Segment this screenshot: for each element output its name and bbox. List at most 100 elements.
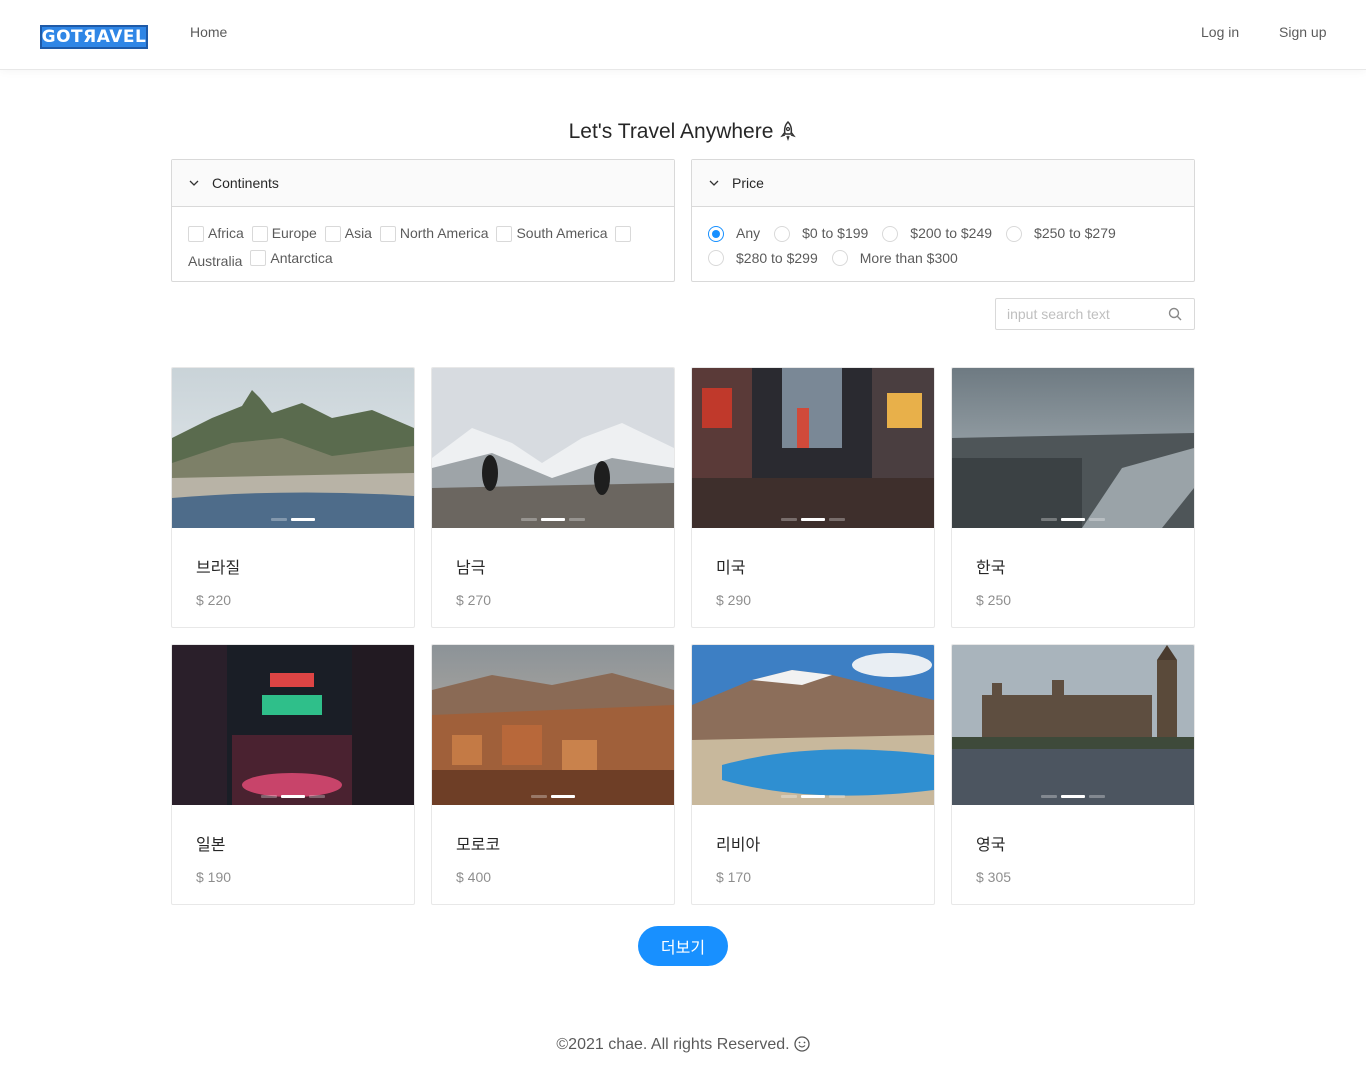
checkbox-label: North America [399, 225, 489, 241]
carousel-dot[interactable] [569, 518, 585, 521]
carousel-dot[interactable] [1041, 795, 1057, 798]
carousel-dot[interactable] [1089, 795, 1105, 798]
card-title: 모로코 [456, 835, 501, 854]
card-cover[interactable] [952, 645, 1194, 805]
radio-250-279[interactable]: $250 to $279 [1006, 223, 1116, 244]
carousel-dots [952, 518, 1194, 521]
radio-circle[interactable] [831, 250, 848, 266]
checkbox-australia[interactable] [615, 225, 635, 242]
card-price: $ 250 [976, 592, 1012, 608]
continents-filter-panel: Continents Africa Europe Asia North Amer… [171, 159, 675, 282]
carousel-dot[interactable] [829, 518, 845, 521]
carousel-dot[interactable] [1041, 518, 1057, 521]
checkbox-box[interactable] [251, 225, 268, 242]
checkbox-africa[interactable]: Africa [188, 223, 248, 244]
destination-card-morocco[interactable]: 모로코 $ 400 [431, 644, 675, 905]
carousel-dot-active[interactable] [1061, 795, 1085, 798]
chevron-down-icon [709, 180, 719, 186]
checkbox-antarctica[interactable]: Antarctica [250, 248, 336, 269]
destination-card-libya[interactable]: 리비아 $ 170 [691, 644, 935, 905]
brand-logo[interactable]: GOTЯAVEL [40, 25, 148, 49]
carousel-dot[interactable] [1089, 518, 1105, 521]
card-price: $ 190 [196, 869, 232, 885]
carousel-dot[interactable] [531, 795, 547, 798]
checkbox-label: Antarctica [270, 249, 333, 266]
destination-card-brazil[interactable]: 브라질 $ 220 [171, 367, 415, 628]
card-title: 남극 [456, 558, 486, 577]
card-cover[interactable] [432, 368, 674, 528]
load-more-button[interactable]: 더보기 [638, 926, 728, 966]
checkbox-box[interactable] [615, 225, 632, 242]
checkbox-box[interactable] [496, 225, 513, 242]
radio-0-199[interactable]: $0 to $199 [774, 223, 868, 244]
card-meta: 남극 $ 270 [432, 528, 674, 627]
price-panel-header[interactable]: Price [692, 160, 1194, 207]
carousel-dots [172, 795, 414, 798]
destination-card-usa[interactable]: 미국 $ 290 [691, 367, 935, 628]
radio-circle[interactable] [1006, 225, 1023, 242]
checkbox-south-america[interactable]: South America [496, 223, 611, 244]
nav-login-link[interactable]: Log in [1201, 24, 1239, 40]
radio-circle[interactable] [774, 225, 791, 242]
carousel-dot-active[interactable] [801, 518, 825, 521]
carousel-dot-active[interactable] [281, 795, 305, 798]
carousel-dot[interactable] [781, 795, 797, 798]
morocco-village-photo [432, 645, 674, 805]
checkbox-box[interactable] [250, 250, 267, 266]
carousel-dot-active[interactable] [1061, 518, 1085, 521]
checkbox-box[interactable] [324, 225, 341, 242]
search-input[interactable] [996, 299, 1156, 329]
radio-circle-selected[interactable] [708, 225, 724, 242]
carousel-dot[interactable] [309, 795, 325, 798]
top-navbar: GOTЯAVEL Home Log in Sign up [0, 0, 1366, 70]
radio-any[interactable]: Any [708, 223, 760, 244]
card-price: $ 220 [196, 592, 232, 608]
checkbox-box[interactable] [379, 225, 396, 242]
carousel-dots [432, 518, 674, 521]
card-cover[interactable] [952, 368, 1194, 528]
card-cover[interactable] [432, 645, 674, 805]
destination-card-korea[interactable]: 한국 $ 250 [951, 367, 1195, 628]
card-cover[interactable] [172, 645, 414, 805]
radio-280-299[interactable]: $280 to $299 [708, 248, 818, 269]
tokyo-night-photo [172, 645, 414, 805]
carousel-dot-active[interactable] [541, 518, 565, 521]
card-title: 한국 [976, 558, 1006, 577]
destination-card-uk[interactable]: 영국 $ 305 [951, 644, 1195, 905]
carousel-dot[interactable] [829, 795, 845, 798]
checkbox-north-america[interactable]: North America [379, 223, 493, 244]
radio-200-249[interactable]: $200 to $249 [882, 223, 992, 244]
carousel-dot-active[interactable] [551, 795, 575, 798]
carousel-dot-active[interactable] [291, 518, 315, 521]
carousel-dots [692, 518, 934, 521]
penguins-photo [432, 368, 674, 528]
card-cover[interactable] [692, 368, 934, 528]
destination-card-japan[interactable]: 일본 $ 190 [171, 644, 415, 905]
carousel-dot[interactable] [521, 518, 537, 521]
nav-signup-link[interactable]: Sign up [1279, 24, 1326, 40]
search-box [995, 298, 1195, 330]
card-cover[interactable] [172, 368, 414, 528]
card-cover[interactable] [692, 645, 934, 805]
search-icon[interactable] [1168, 307, 1182, 321]
card-title: 리비아 [716, 835, 761, 854]
checkbox-europe[interactable]: Europe [251, 223, 321, 244]
radio-more-than-300[interactable]: More than $300 [831, 248, 958, 269]
radio-circle[interactable] [708, 250, 724, 266]
nav-home-link[interactable]: Home [190, 24, 227, 40]
footer: ©2021 chae. All rights Reserved. [0, 1036, 1366, 1054]
destination-card-antarctica[interactable]: 남극 $ 270 [431, 367, 675, 628]
checkbox-asia[interactable]: Asia [324, 223, 376, 244]
mountain-lake-photo [692, 645, 934, 805]
carousel-dots [952, 795, 1194, 798]
page-title: Let's Travel Anywhere [0, 120, 1366, 144]
carousel-dot[interactable] [271, 518, 287, 521]
checkbox-australia-label[interactable]: Australia [188, 251, 246, 272]
carousel-dot-active[interactable] [801, 795, 825, 798]
continents-panel-header[interactable]: Continents [172, 160, 674, 207]
carousel-dot[interactable] [261, 795, 277, 798]
carousel-dot[interactable] [781, 518, 797, 521]
card-title: 미국 [716, 558, 746, 577]
radio-circle[interactable] [882, 225, 899, 242]
checkbox-box[interactable] [188, 225, 204, 242]
